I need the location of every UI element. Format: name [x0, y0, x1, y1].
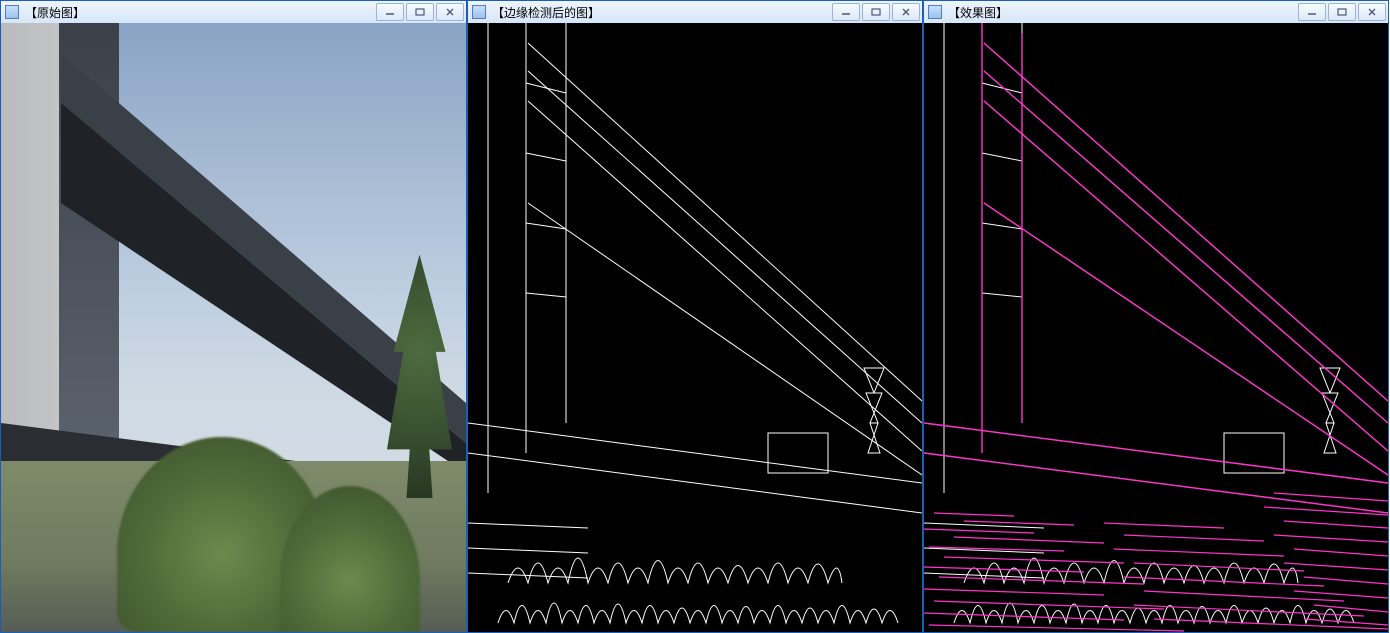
window-edges: 【边缘检测后的图】: [467, 0, 923, 633]
maximize-button[interactable]: [1328, 3, 1356, 21]
window-buttons: [832, 3, 922, 21]
app-icon: [5, 5, 19, 19]
close-icon: [1367, 8, 1377, 16]
app-icon: [928, 5, 942, 19]
close-icon: [445, 8, 455, 16]
titlebar-edges[interactable]: 【边缘检测后的图】: [468, 1, 922, 24]
image-edges: [468, 23, 922, 632]
window-buttons: [376, 3, 466, 21]
window-title: 【效果图】: [946, 4, 1298, 21]
close-icon: [901, 8, 911, 16]
image-result: [924, 23, 1388, 632]
image-original: [1, 23, 466, 632]
minimize-icon: [385, 8, 395, 16]
titlebar-result[interactable]: 【效果图】: [924, 1, 1388, 24]
window-title: 【原始图】: [23, 4, 376, 21]
window-title: 【边缘检测后的图】: [490, 4, 832, 21]
maximize-button[interactable]: [406, 3, 434, 21]
close-button[interactable]: [892, 3, 920, 21]
minimize-button[interactable]: [832, 3, 860, 21]
maximize-button[interactable]: [862, 3, 890, 21]
titlebar-original[interactable]: 【原始图】: [1, 1, 466, 24]
window-buttons: [1298, 3, 1388, 21]
minimize-icon: [841, 8, 851, 16]
minimize-icon: [1307, 8, 1317, 16]
minimize-button[interactable]: [1298, 3, 1326, 21]
desktop: 【原始图】: [0, 0, 1390, 633]
maximize-icon: [415, 8, 425, 16]
close-button[interactable]: [1358, 3, 1386, 21]
close-button[interactable]: [436, 3, 464, 21]
maximize-icon: [871, 8, 881, 16]
window-result: 【效果图】: [923, 0, 1389, 633]
app-icon: [472, 5, 486, 19]
maximize-icon: [1337, 8, 1347, 16]
minimize-button[interactable]: [376, 3, 404, 21]
window-original: 【原始图】: [0, 0, 467, 633]
